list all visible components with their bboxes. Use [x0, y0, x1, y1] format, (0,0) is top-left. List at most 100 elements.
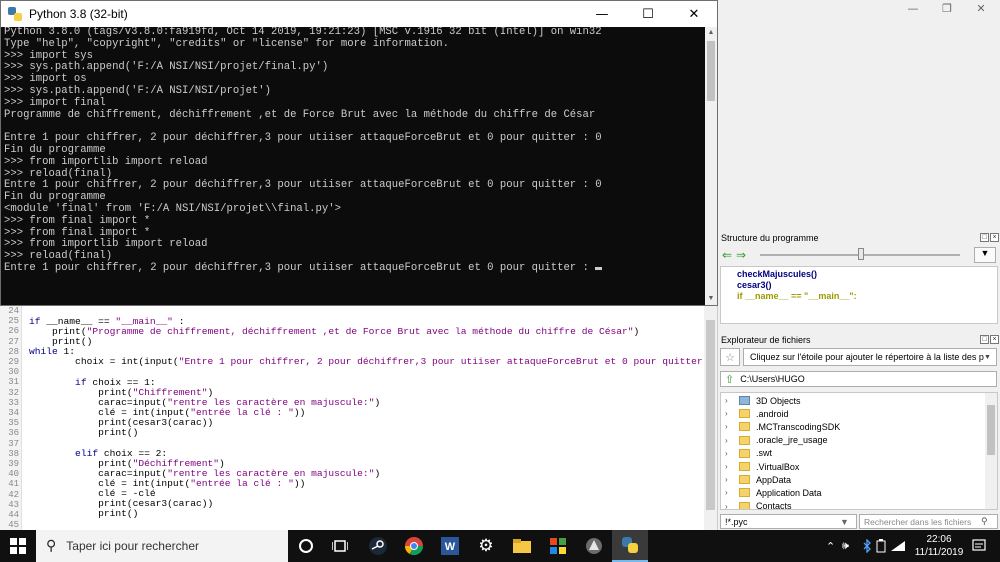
- tree-item[interactable]: › .swt: [721, 447, 983, 460]
- file-search-field[interactable]: Rechercher dans les fichiers ⚲: [859, 514, 998, 529]
- network-icon[interactable]: [890, 530, 906, 562]
- structure-item[interactable]: cesar3(): [737, 280, 772, 290]
- taskbar-app-calculator[interactable]: [540, 530, 576, 562]
- chevron-right-icon[interactable]: ›: [725, 475, 737, 484]
- cortana-icon: [299, 539, 313, 553]
- chevron-right-icon[interactable]: ›: [725, 409, 737, 418]
- line-number: 31: [8, 377, 19, 388]
- code-text: ): [633, 326, 640, 337]
- tree-item[interactable]: › Application Data: [721, 486, 983, 499]
- python-console-window[interactable]: Python 3.8 (32-bit) — ☐ ✕ Python 3.8.0 (…: [0, 0, 718, 306]
- chevron-right-icon[interactable]: ›: [725, 436, 737, 445]
- taskbar-settings[interactable]: ⚙: [468, 530, 504, 562]
- task-view-button[interactable]: [322, 530, 358, 562]
- scroll-thumb[interactable]: [707, 41, 715, 101]
- line-number: 36: [8, 428, 19, 439]
- gear-icon: ⚙: [478, 536, 494, 556]
- code-line-29[interactable]: choix = int(input("Entre 1 pour chiffrer…: [29, 356, 737, 367]
- close-button[interactable]: ✕: [671, 1, 717, 27]
- tree-item[interactable]: › AppData: [721, 473, 983, 486]
- chevron-right-icon[interactable]: ›: [725, 422, 737, 431]
- tree-item[interactable]: › .VirtualBox: [721, 460, 983, 473]
- chevron-right-icon[interactable]: ›: [725, 449, 737, 458]
- tree-item[interactable]: › Contacts: [721, 500, 983, 509]
- tree-item[interactable]: › .oracle_jre_usage: [721, 434, 983, 447]
- ide-restore-button[interactable]: ❐: [934, 1, 960, 17]
- pyzo-icon: [586, 538, 602, 554]
- scroll-down-icon[interactable]: ▼: [705, 293, 717, 305]
- ide-minimize-button[interactable]: —: [900, 1, 926, 17]
- minimize-button[interactable]: —: [579, 1, 625, 27]
- taskbar-app-explorer[interactable]: [504, 530, 540, 562]
- python-icon: [8, 7, 22, 21]
- scroll-thumb[interactable]: [706, 320, 715, 510]
- structure-list[interactable]: checkMajuscules() cesar3() if __name__ =…: [720, 266, 998, 324]
- console-output[interactable]: Python 3.8.0 (tags/v3.8.0:fa919fd, Oct 1…: [1, 27, 705, 305]
- structure-item[interactable]: checkMajuscules(): [737, 269, 817, 279]
- taskbar-app-python[interactable]: [612, 530, 648, 562]
- line-number: 35: [8, 418, 19, 429]
- panel-restore-icon[interactable]: □: [980, 335, 989, 344]
- taskbar-app-chrome[interactable]: [396, 530, 432, 562]
- chrome-icon: [405, 537, 423, 556]
- chevron-right-icon[interactable]: ›: [725, 488, 737, 497]
- scroll-up-icon[interactable]: ▲: [705, 27, 717, 39]
- structure-item[interactable]: if __name__ == "__main__":: [737, 291, 857, 301]
- file-filter-field[interactable]: !*.pyc ▼: [720, 514, 857, 529]
- ide-close-button[interactable]: ✕: [968, 1, 994, 17]
- tree-item-label: .oracle_jre_usage: [756, 435, 828, 446]
- line-number: 30: [8, 367, 19, 378]
- battery-icon[interactable]: [876, 530, 886, 562]
- filter-dropdown-button[interactable]: ▼: [974, 247, 996, 263]
- funnel-icon[interactable]: ▼: [840, 517, 856, 527]
- chevron-right-icon[interactable]: ›: [725, 396, 737, 405]
- code-text: ): [374, 397, 381, 408]
- panel-close-icon[interactable]: ×: [990, 233, 999, 242]
- panel-restore-icon[interactable]: □: [980, 233, 989, 242]
- console-titlebar[interactable]: Python 3.8 (32-bit) — ☐ ✕: [1, 1, 717, 27]
- clock-date: 11/11/2019: [914, 547, 964, 558]
- panel-close-icon[interactable]: ×: [990, 335, 999, 344]
- taskbar-app-pyzo[interactable]: [576, 530, 612, 562]
- taskbar-clock[interactable]: 22:06 11/11/2019: [912, 530, 966, 562]
- zoom-slider-handle[interactable]: [858, 248, 864, 260]
- ide-window-controls: — ❐ ✕: [718, 0, 1000, 18]
- path-value: C:\Users\HUGO: [740, 374, 805, 384]
- code-line-44[interactable]: print(): [29, 508, 138, 519]
- line-number: 32: [8, 387, 19, 398]
- chevron-right-icon[interactable]: ›: [725, 462, 737, 471]
- favorite-star-button[interactable]: ☆: [720, 348, 740, 366]
- project-list-placeholder: Cliquez sur l'étoile pour ajouter le rép…: [750, 352, 984, 362]
- code-line-36[interactable]: print(): [29, 427, 138, 438]
- tray-overflow-icon[interactable]: ⌃: [826, 530, 835, 562]
- taskbar-app-word[interactable]: W: [432, 530, 468, 562]
- project-list-dropdown[interactable]: Cliquez sur l'étoile pour ajouter le rép…: [743, 348, 997, 366]
- line-number: 29: [8, 357, 19, 367]
- file-tree[interactable]: › 3D Objects › .android › .MCTranscodingSDK ›.…: [720, 392, 998, 510]
- arrow-right-icon[interactable]: ⇒: [736, 248, 746, 262]
- tree-item[interactable]: › .android: [721, 407, 983, 420]
- tree-scrollbar[interactable]: [985, 393, 997, 509]
- start-button[interactable]: [0, 530, 36, 562]
- tree-item[interactable]: › 3D Objects: [721, 394, 983, 407]
- taskbar-search-box[interactable]: ⚲ Taper ici pour rechercher: [36, 530, 288, 562]
- taskbar-app-steam[interactable]: [360, 530, 396, 562]
- console-scrollbar[interactable]: ▲ ▼: [705, 27, 717, 305]
- code-editor[interactable]: 24 25 26 27 28 29 30 31 32 33 34 35 36 37 38 39 40 41 42 43…: [0, 306, 737, 530]
- bluetooth-icon[interactable]: [862, 530, 872, 562]
- maximize-button[interactable]: ☐: [625, 1, 671, 27]
- volume-icon[interactable]: 🕪: [842, 530, 849, 562]
- line-number-gutter: 24 25 26 27 28 29 30 31 32 33 34 35 36 37 38 39 40 41 42 43…: [0, 306, 22, 530]
- scroll-thumb[interactable]: [987, 405, 995, 455]
- folder-up-icon[interactable]: ⇧: [725, 373, 734, 386]
- chevron-right-icon[interactable]: ›: [725, 502, 737, 509]
- notification-center-icon[interactable]: [972, 530, 986, 562]
- arrow-left-icon[interactable]: ⇐: [722, 248, 732, 262]
- path-field[interactable]: ⇧ C:\Users\HUGO: [720, 371, 997, 387]
- editor-scrollbar[interactable]: [704, 306, 717, 530]
- code-line-26[interactable]: print("Programme de chiffrement, déchiff…: [29, 326, 639, 337]
- line-number: 44: [8, 510, 19, 520]
- cortana-button[interactable]: [288, 530, 324, 562]
- search-icon[interactable]: ⚲: [981, 516, 997, 527]
- tree-item[interactable]: › .MCTranscodingSDK: [721, 420, 983, 433]
